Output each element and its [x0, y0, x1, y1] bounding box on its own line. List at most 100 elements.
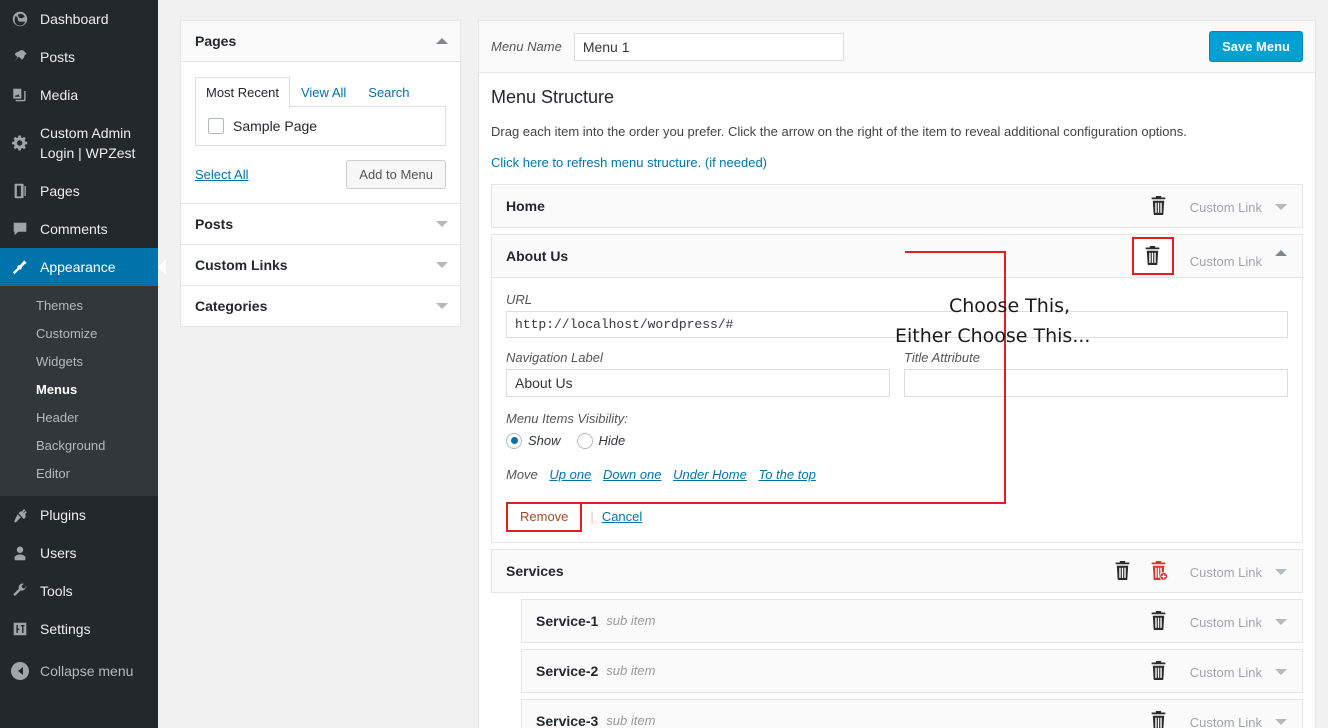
add-to-menu-button[interactable]: Add to Menu — [346, 160, 446, 189]
sidebar-item-users[interactable]: Users — [0, 534, 158, 572]
gear-icon — [10, 133, 30, 153]
trash-icon[interactable] — [1108, 556, 1138, 586]
list-item[interactable]: Sample Page — [208, 118, 433, 134]
categories-panel-header[interactable]: Categories — [181, 286, 460, 326]
trash-icon[interactable] — [1144, 656, 1174, 686]
menu-item-icons: Custom Link — [1144, 606, 1294, 636]
chevron-down-icon[interactable] — [436, 262, 448, 268]
pages-panel-footer: Select All Add to Menu — [195, 160, 446, 189]
visibility-radio-group: Show Hide — [506, 432, 1288, 449]
sample-page-checkbox[interactable] — [208, 118, 224, 134]
pages-panel-header[interactable]: Pages — [181, 21, 460, 62]
remove-link[interactable]: Remove — [520, 509, 568, 524]
submenu-item-editor[interactable]: Editor — [0, 460, 158, 488]
menu-item-type: Custom Link — [1189, 614, 1262, 630]
submenu-item-widgets[interactable]: Widgets — [0, 348, 158, 376]
tab-most-recent[interactable]: Most Recent — [195, 77, 290, 108]
menu-item-type: Custom Link — [1189, 199, 1262, 215]
visibility-show-radio[interactable] — [506, 432, 522, 449]
menu-item-icons: Custom Link — [1144, 706, 1294, 728]
move-to-the-top-link[interactable]: To the top — [758, 467, 815, 482]
chevron-down-icon[interactable] — [436, 303, 448, 309]
sidebar-item-tools[interactable]: Tools — [0, 572, 158, 610]
trash-icon[interactable] — [1131, 236, 1174, 275]
appearance-icon — [10, 257, 30, 277]
trash-icon[interactable] — [1144, 191, 1174, 221]
trash-add-icon[interactable] — [1144, 556, 1174, 586]
menu-item-icons: Custom Link — [1131, 236, 1294, 275]
visibility-hide-label: Hide — [598, 433, 626, 448]
sidebar-item-dashboard[interactable]: Dashboard — [0, 0, 158, 38]
sidebar-item-media[interactable]: Media — [0, 76, 158, 114]
menu-name-label: Menu Name — [491, 39, 562, 54]
posts-panel-header[interactable]: Posts — [181, 204, 460, 244]
menu-item-bar[interactable]: Services Custom Link — [491, 548, 1303, 593]
move-under-home-link[interactable]: Under Home — [673, 467, 747, 482]
menu-item-expand-toggle[interactable] — [1268, 200, 1294, 210]
menu-item-sub-label: sub item — [606, 663, 656, 678]
title-attribute-input[interactable] — [904, 368, 1288, 397]
navigation-label-input[interactable] — [506, 368, 890, 397]
sidebar-item-pages[interactable]: Pages — [0, 172, 158, 210]
select-all-link[interactable]: Select All — [195, 167, 248, 182]
menu-name-input[interactable] — [573, 32, 844, 61]
menu-item-expand-toggle[interactable] — [1268, 715, 1294, 725]
save-menu-button[interactable]: Save Menu — [1209, 31, 1303, 62]
menu-item-service-3: Service-3 sub item Custom Link — [521, 698, 1303, 728]
list-item-label: Sample Page — [233, 118, 318, 134]
pages-panel-title: Pages — [195, 33, 237, 49]
sidebar-item-label: Media — [40, 87, 79, 103]
cancel-link[interactable]: Cancel — [602, 509, 642, 524]
sidebar-item-comments[interactable]: Comments — [0, 210, 158, 248]
sidebar-item-plugins[interactable]: Plugins — [0, 496, 158, 534]
collapse-menu-button[interactable]: Collapse menu — [0, 652, 158, 690]
menu-structure-description: Drag each item into the order you prefer… — [491, 124, 1187, 139]
trash-icon[interactable] — [1144, 706, 1174, 728]
menu-item-bar[interactable]: Service-2 sub item Custom Link — [521, 648, 1303, 693]
url-label: URL — [506, 291, 533, 307]
sidebar-item-label: Custom Admin Login | WPZest — [40, 125, 136, 161]
submenu-item-menus[interactable]: Menus — [0, 376, 158, 404]
tab-view-all[interactable]: View All — [290, 77, 357, 108]
settings-icon — [10, 619, 30, 639]
chevron-down-icon[interactable] — [436, 221, 448, 227]
sidebar-item-label: Dashboard — [40, 11, 109, 27]
menu-item-bar[interactable]: Service-1 sub item Custom Link — [521, 598, 1303, 643]
menu-item-expand-toggle[interactable] — [1268, 565, 1294, 575]
menu-item-expand-toggle[interactable] — [1268, 615, 1294, 625]
move-up-one-link[interactable]: Up one — [549, 467, 591, 482]
media-icon — [10, 85, 30, 105]
menu-item-bar[interactable]: Home Custom Link — [491, 183, 1303, 228]
submenu-item-themes[interactable]: Themes — [0, 292, 158, 320]
menu-item-icons: Custom Link — [1144, 191, 1294, 221]
menu-item-title: Service-3 — [536, 712, 599, 728]
pages-panel: Pages Most Recent View All Search Sample… — [180, 20, 461, 204]
menu-item-expand-toggle[interactable] — [1268, 665, 1294, 675]
menu-item-settings: URL Navigation Label Title Attribute Men… — [491, 277, 1303, 543]
submenu-item-customize[interactable]: Customize — [0, 320, 158, 348]
move-down-one-link[interactable]: Down one — [603, 467, 662, 482]
url-input[interactable] — [506, 310, 1288, 338]
visibility-label: Menu Items Visibility: — [506, 410, 628, 426]
sidebar-item-posts[interactable]: Posts — [0, 38, 158, 76]
refresh-menu-structure-link[interactable]: Click here to refresh menu structure. (i… — [491, 155, 767, 170]
menu-item-collapse-toggle[interactable] — [1268, 246, 1294, 256]
sidebar-item-appearance[interactable]: Appearance — [0, 248, 166, 286]
menu-item-bar[interactable]: Service-3 sub item Custom Link — [521, 698, 1303, 728]
custom-links-panel-header[interactable]: Custom Links — [181, 245, 460, 285]
pages-icon — [10, 181, 30, 201]
menu-item-bar[interactable]: About Us Custom Link — [491, 233, 1303, 278]
trash-icon[interactable] — [1144, 606, 1174, 636]
item-actions-row: Remove | Cancel — [506, 501, 1288, 532]
visibility-hide-radio[interactable] — [576, 432, 593, 449]
submenu-item-background[interactable]: Background — [0, 432, 158, 460]
sidebar-item-custom-admin-login[interactable]: Custom Admin Login | WPZest — [0, 114, 158, 172]
collapse-menu-label: Collapse menu — [40, 663, 134, 679]
menu-management: Menu Name Save Menu Menu Structure Drag … — [478, 20, 1316, 728]
sidebar-item-label: Tools — [40, 583, 73, 599]
sidebar-item-settings[interactable]: Settings — [0, 610, 158, 648]
tab-search[interactable]: Search — [357, 77, 420, 108]
submenu-item-header[interactable]: Header — [0, 404, 158, 432]
title-attribute-label: Title Attribute — [904, 349, 980, 365]
chevron-up-icon[interactable] — [436, 38, 448, 44]
